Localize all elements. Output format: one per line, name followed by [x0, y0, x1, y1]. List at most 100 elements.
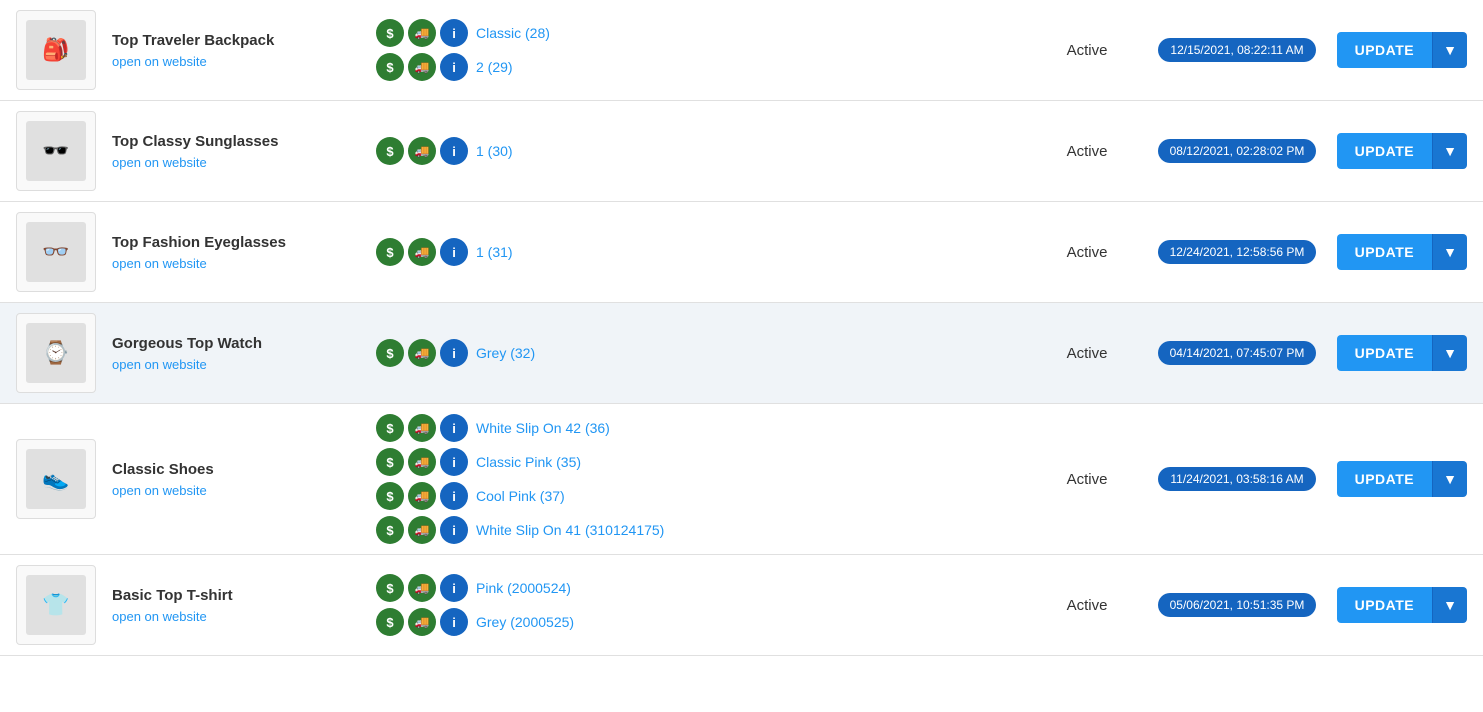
variant-label: Classic (28): [476, 25, 550, 41]
table-row: 👕Basic Top T-shirtopen on website$🚚iPink…: [0, 555, 1483, 656]
product-image-icon: ⌚: [26, 323, 86, 383]
dollar-icon[interactable]: $: [376, 414, 404, 442]
product-website-link[interactable]: open on website: [112, 357, 207, 372]
product-image: 🎒: [16, 10, 96, 90]
date-badge: 08/12/2021, 02:28:02 PM: [1158, 139, 1317, 163]
info-icon[interactable]: i: [440, 137, 468, 165]
product-date: 05/06/2021, 10:51:35 PM: [1137, 593, 1337, 617]
product-image: ⌚: [16, 313, 96, 393]
truck-icon[interactable]: 🚚: [408, 137, 436, 165]
product-date: 11/24/2021, 03:58:16 AM: [1137, 467, 1337, 491]
update-button[interactable]: UPDATE: [1337, 133, 1433, 169]
truck-icon[interactable]: 🚚: [408, 482, 436, 510]
info-icon[interactable]: i: [440, 448, 468, 476]
product-info: Top Traveler Backpack open on website: [96, 32, 366, 69]
info-icon[interactable]: i: [440, 339, 468, 367]
update-button[interactable]: UPDATE: [1337, 461, 1433, 497]
update-dropdown-button[interactable]: ▼: [1432, 461, 1467, 497]
truck-icon[interactable]: 🚚: [408, 608, 436, 636]
product-actions: UPDATE▼: [1337, 234, 1467, 270]
status-badge: Active: [1037, 597, 1137, 614]
dollar-icon[interactable]: $: [376, 516, 404, 544]
product-actions: UPDATE▼: [1337, 461, 1467, 497]
variant-label: White Slip On 42 (36): [476, 420, 610, 436]
product-variants: $🚚i1 (31): [366, 238, 1037, 266]
info-icon[interactable]: i: [440, 53, 468, 81]
truck-icon[interactable]: 🚚: [408, 448, 436, 476]
dollar-icon[interactable]: $: [376, 137, 404, 165]
product-website-link[interactable]: open on website: [112, 609, 207, 624]
date-badge: 12/24/2021, 12:58:56 PM: [1158, 240, 1317, 264]
status-badge: Active: [1037, 42, 1137, 59]
variant-row: $🚚i1 (30): [376, 137, 1027, 165]
info-icon[interactable]: i: [440, 574, 468, 602]
product-variants: $🚚iWhite Slip On 42 (36)$🚚iClassic Pink …: [366, 414, 1037, 544]
variant-label: 2 (29): [476, 59, 513, 75]
update-dropdown-button[interactable]: ▼: [1432, 335, 1467, 371]
info-icon[interactable]: i: [440, 482, 468, 510]
update-button[interactable]: UPDATE: [1337, 587, 1433, 623]
product-name: Top Classy Sunglasses: [112, 133, 356, 150]
variant-label: White Slip On 41 (310124175): [476, 522, 664, 538]
truck-icon[interactable]: 🚚: [408, 516, 436, 544]
dollar-icon[interactable]: $: [376, 339, 404, 367]
truck-icon[interactable]: 🚚: [408, 238, 436, 266]
product-website-link[interactable]: open on website: [112, 256, 207, 271]
dollar-icon[interactable]: $: [376, 53, 404, 81]
info-icon[interactable]: i: [440, 516, 468, 544]
product-info: Top Classy Sunglasses open on website: [96, 133, 366, 170]
product-actions: UPDATE▼: [1337, 133, 1467, 169]
product-image-icon: 👓: [26, 222, 86, 282]
variant-row: $🚚i Classic (28): [376, 19, 1027, 47]
variant-label: Pink (2000524): [476, 580, 571, 596]
variant-label: Cool Pink (37): [476, 488, 565, 504]
variant-row: $🚚i White Slip On 41 (310124175): [376, 516, 1027, 544]
dollar-icon[interactable]: $: [376, 448, 404, 476]
table-row: 👓Top Fashion Eyeglassesopen on website$🚚…: [0, 202, 1483, 303]
update-button[interactable]: UPDATE: [1337, 335, 1433, 371]
product-image-icon: 🎒: [26, 20, 86, 80]
dollar-icon[interactable]: $: [376, 19, 404, 47]
dollar-icon[interactable]: $: [376, 574, 404, 602]
update-dropdown-button[interactable]: ▼: [1432, 587, 1467, 623]
product-actions: UPDATE▼: [1337, 587, 1467, 623]
truck-icon[interactable]: 🚚: [408, 53, 436, 81]
truck-icon[interactable]: 🚚: [408, 574, 436, 602]
update-dropdown-button[interactable]: ▼: [1432, 32, 1467, 68]
info-icon[interactable]: i: [440, 608, 468, 636]
truck-icon[interactable]: 🚚: [408, 414, 436, 442]
info-icon[interactable]: i: [440, 414, 468, 442]
dollar-icon[interactable]: $: [376, 608, 404, 636]
status-badge: Active: [1037, 143, 1137, 160]
variant-row: $🚚i Classic Pink (35): [376, 448, 1027, 476]
product-info: Basic Top T-shirtopen on website: [96, 587, 366, 624]
product-image: 👓: [16, 212, 96, 292]
variant-label: Classic Pink (35): [476, 454, 581, 470]
truck-icon[interactable]: 🚚: [408, 19, 436, 47]
table-row: 🎒 Top Traveler Backpack open on website $🚚i…: [0, 0, 1483, 101]
product-website-link[interactable]: open on website: [112, 54, 207, 69]
truck-icon[interactable]: 🚚: [408, 339, 436, 367]
status-badge: Active: [1037, 345, 1137, 362]
product-website-link[interactable]: open on website: [112, 155, 207, 170]
product-image: 🕶️: [16, 111, 96, 191]
update-dropdown-button[interactable]: ▼: [1432, 234, 1467, 270]
product-list: 🎒Top Traveler Backpackopen on website$🚚i…: [0, 0, 1483, 656]
info-icon[interactable]: i: [440, 238, 468, 266]
product-name: Gorgeous Top Watch: [112, 335, 356, 352]
info-icon[interactable]: i: [440, 19, 468, 47]
dollar-icon[interactable]: $: [376, 482, 404, 510]
update-button[interactable]: UPDATE: [1337, 234, 1433, 270]
date-badge: 11/24/2021, 03:58:16 AM: [1158, 467, 1315, 491]
variant-row: $🚚i Cool Pink (37): [376, 482, 1027, 510]
status-badge: Active: [1037, 244, 1137, 261]
table-row: ⌚Gorgeous Top Watchopen on website$🚚iGre…: [0, 303, 1483, 404]
dollar-icon[interactable]: $: [376, 238, 404, 266]
update-button[interactable]: UPDATE: [1337, 32, 1433, 68]
product-website-link[interactable]: open on website: [112, 483, 207, 498]
date-badge: 04/14/2021, 07:45:07 PM: [1158, 341, 1317, 365]
product-name: Top Traveler Backpack: [112, 32, 356, 49]
update-dropdown-button[interactable]: ▼: [1432, 133, 1467, 169]
product-variants: $🚚i Classic (28) $🚚i 2 (29): [366, 19, 1037, 81]
product-image-icon: 🕶️: [26, 121, 86, 181]
